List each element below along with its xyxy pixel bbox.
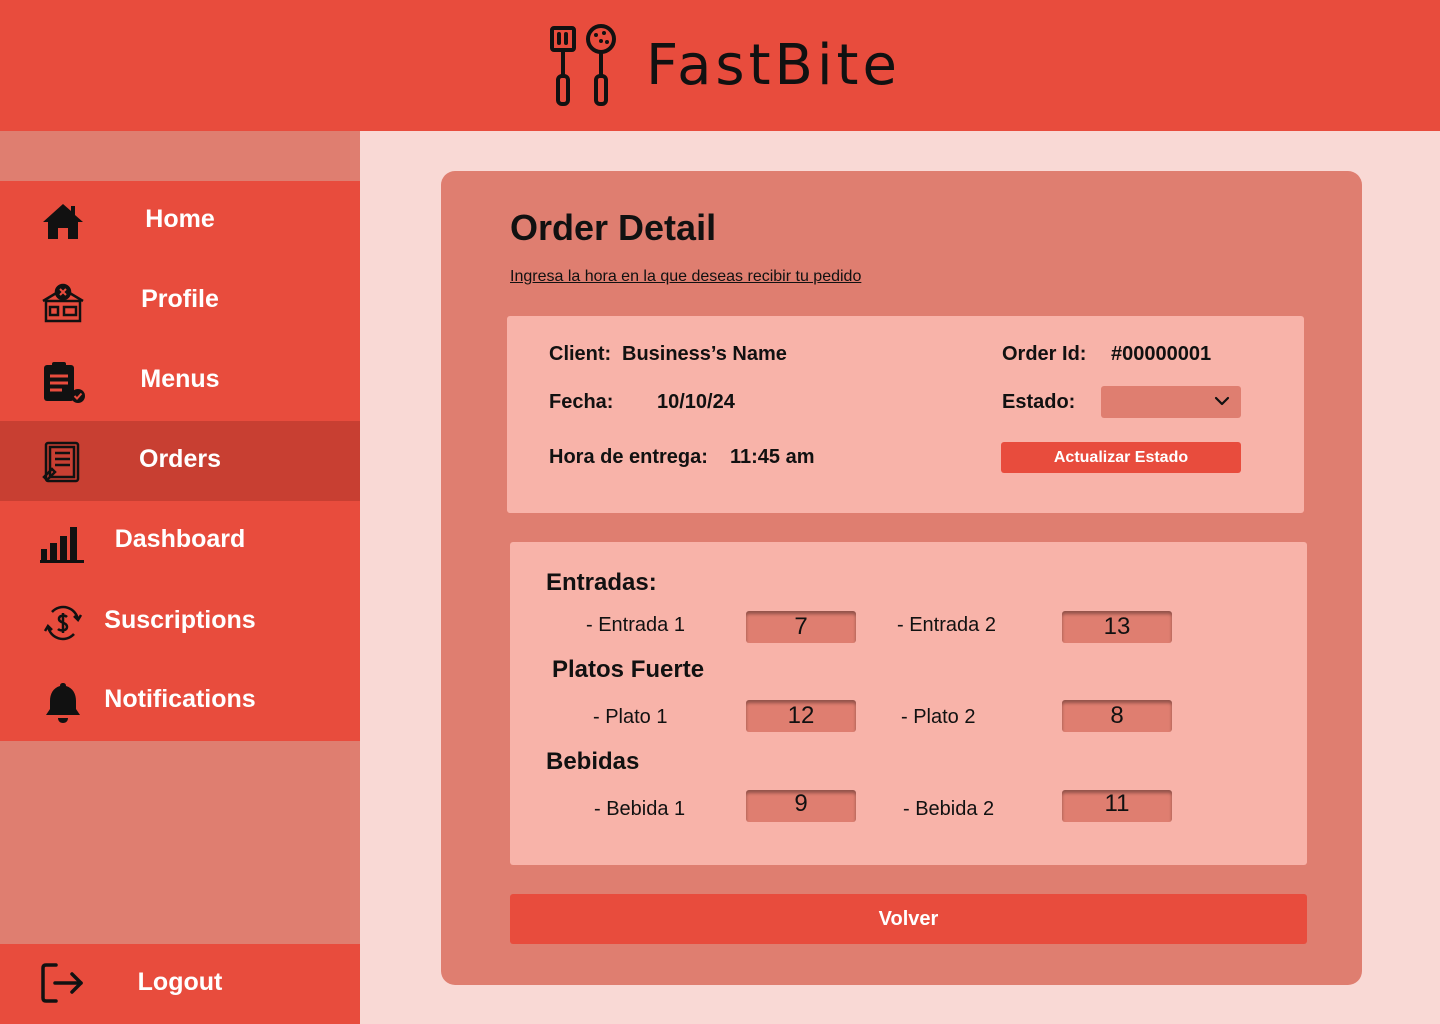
quantity-field[interactable]: 12: [746, 700, 856, 732]
estado-select[interactable]: [1101, 386, 1241, 418]
client-value: Business’s Name: [622, 343, 787, 365]
sidebar-item-label: Profile: [141, 285, 219, 313]
sidebar-item-label: Menus: [140, 365, 220, 393]
item-name: - Plato 2: [901, 706, 976, 728]
top-header: FastBite: [0, 0, 1440, 131]
sidebar-item-label: Orders: [139, 445, 221, 473]
sidebar-item-label: Home: [145, 205, 215, 233]
quantity-field[interactable]: 9: [746, 790, 856, 822]
fecha-label: Fecha:: [549, 391, 614, 413]
sidebar-item-label: Suscriptions: [104, 606, 256, 634]
sidebar-item-suscriptions[interactable]: Suscriptions: [0, 582, 360, 662]
item-name: - Bebida 1: [594, 798, 686, 820]
sidebar-item-dashboard[interactable]: Dashboard: [0, 501, 360, 581]
estado-label: Estado:: [1002, 391, 1076, 413]
page-title: Order Detail: [510, 207, 717, 248]
logout-label: Logout: [137, 968, 223, 996]
sidebar-item-orders[interactable]: Orders: [0, 421, 360, 501]
fecha-value: 10/10/24: [657, 391, 735, 413]
hora-label: Hora de entrega:: [549, 446, 708, 468]
update-status-button[interactable]: Actualizar Estado: [1001, 442, 1241, 473]
chevron-down-icon: [1214, 396, 1230, 406]
logout-button[interactable]: Logout: [0, 944, 360, 1024]
section-title-bebidas: Bebidas: [546, 748, 640, 775]
section-title-platos: Platos Fuerte: [552, 656, 705, 683]
sidebar-item-home[interactable]: Home: [0, 181, 360, 261]
sidebar-item-profile[interactable]: Profile: [0, 261, 360, 341]
item-name: - Entrada 2: [897, 614, 996, 636]
quantity-field[interactable]: 13: [1062, 611, 1172, 643]
section-title-entradas: Entradas:: [546, 569, 657, 596]
utensils-logo-icon: [550, 24, 616, 106]
client-label: Client:: [549, 343, 612, 365]
order-id-label: Order Id:: [1002, 343, 1087, 365]
sidebar-item-notifications[interactable]: Notifications: [0, 661, 360, 741]
order-id-value: #00000001: [1111, 343, 1212, 365]
sidebar-item-label: Notifications: [104, 685, 256, 713]
quantity-field[interactable]: 7: [746, 611, 856, 643]
quantity-field[interactable]: 8: [1062, 700, 1172, 732]
sidebar-nav: Home Profile Menus Orders Dashboard Susc…: [0, 181, 360, 741]
item-name: - Bebida 2: [903, 798, 995, 820]
back-button[interactable]: Volver: [510, 894, 1307, 944]
hora-value: 11:45 am: [730, 446, 815, 468]
quantity-field[interactable]: 11: [1062, 790, 1172, 822]
sidebar-item-label: Dashboard: [114, 525, 246, 553]
sidebar-item-menus[interactable]: Menus: [0, 341, 360, 421]
brand-name: FastBite: [646, 33, 901, 98]
item-name: - Plato 1: [593, 706, 668, 728]
item-name: - Entrada 1: [586, 614, 685, 636]
delivery-time-link[interactable]: Ingresa la hora en la que deseas recibir…: [510, 268, 861, 286]
